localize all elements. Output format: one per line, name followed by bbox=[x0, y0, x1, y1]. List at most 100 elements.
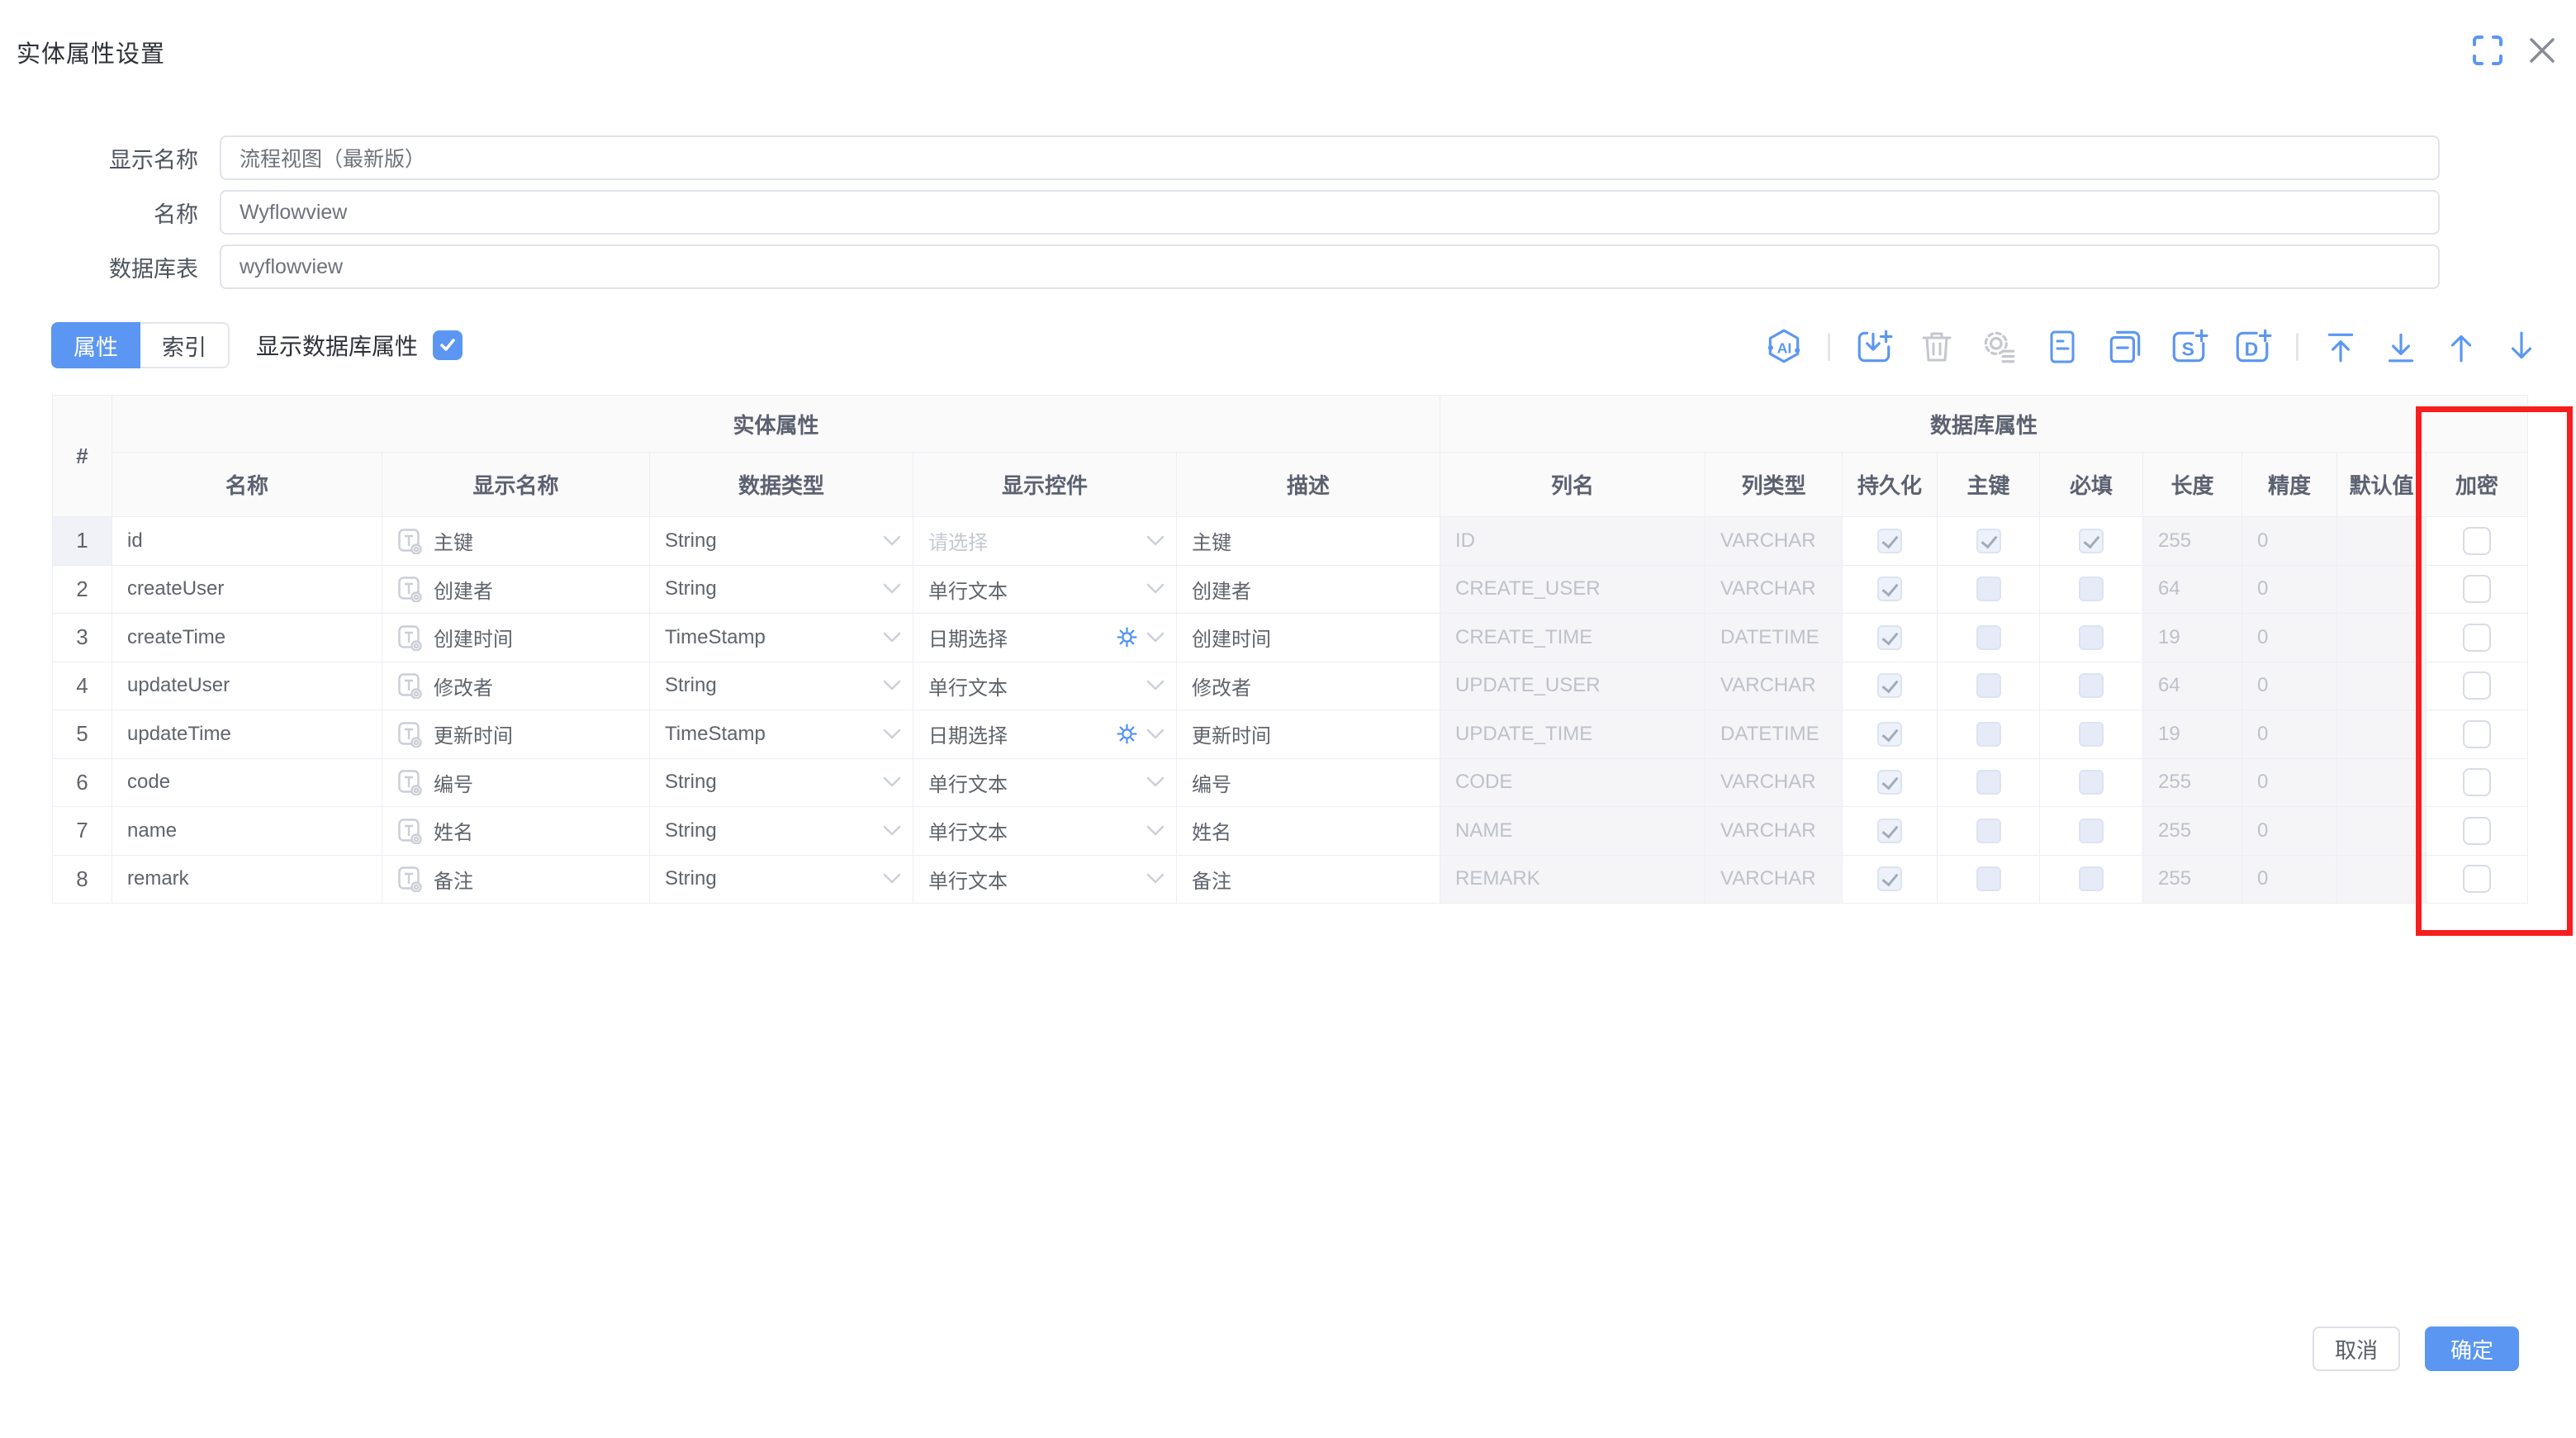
column-type-cell: VARCHAR bbox=[1705, 855, 1843, 904]
tab-properties[interactable]: 属性 bbox=[51, 322, 140, 368]
dialog-title: 实体属性设置 bbox=[17, 35, 165, 69]
encrypt-checkbox[interactable] bbox=[2463, 672, 2491, 700]
description-cell[interactable]: 创建者 bbox=[1177, 565, 1440, 614]
add-string-field-icon[interactable]: S bbox=[2169, 327, 2208, 367]
length-cell: 64 bbox=[2143, 565, 2242, 614]
display-name-cell[interactable]: 更新时间 bbox=[382, 710, 650, 759]
description-cell[interactable]: 备注 bbox=[1177, 855, 1440, 904]
control-select[interactable]: 单行文本 bbox=[913, 758, 1177, 807]
data-type-select[interactable]: String bbox=[650, 758, 913, 807]
name-input[interactable] bbox=[220, 190, 2440, 235]
description-cell[interactable]: 编号 bbox=[1177, 758, 1440, 807]
display-name-cell[interactable]: 编号 bbox=[382, 758, 650, 807]
column-type-cell: DATETIME bbox=[1705, 614, 1843, 662]
encrypt-checkbox[interactable] bbox=[2463, 768, 2491, 796]
check-icon bbox=[438, 335, 458, 355]
name-cell[interactable]: createTime bbox=[112, 614, 382, 662]
chevron-down-icon bbox=[1146, 632, 1165, 643]
display-name-cell[interactable]: 主键 bbox=[382, 517, 650, 566]
cancel-button[interactable]: 取消 bbox=[2313, 1326, 2400, 1371]
field-display-icon bbox=[397, 866, 422, 892]
encrypt-checkbox[interactable] bbox=[2463, 527, 2491, 555]
gear-icon[interactable] bbox=[1116, 723, 1138, 745]
name-cell[interactable]: code bbox=[112, 758, 382, 807]
move-up-icon[interactable] bbox=[2443, 329, 2479, 365]
required-checkbox bbox=[2079, 866, 2104, 891]
control-select[interactable]: 日期选择 bbox=[913, 710, 1177, 759]
gear-icon[interactable] bbox=[1116, 626, 1138, 648]
ai-icon[interactable]: AI bbox=[1764, 327, 1804, 367]
encrypt-checkbox[interactable] bbox=[2463, 865, 2491, 893]
display-name-cell[interactable]: 创建者 bbox=[382, 565, 650, 614]
show-db-props-checkbox[interactable] bbox=[433, 330, 463, 360]
copy-icon[interactable] bbox=[2105, 327, 2145, 367]
display-name-cell[interactable]: 创建时间 bbox=[382, 614, 650, 662]
fullscreen-icon[interactable] bbox=[2470, 33, 2505, 68]
ok-button[interactable]: 确定 bbox=[2425, 1326, 2519, 1371]
name-cell[interactable]: updateTime bbox=[112, 710, 382, 759]
move-down-icon[interactable] bbox=[2503, 329, 2540, 365]
control-select[interactable]: 单行文本 bbox=[913, 807, 1177, 856]
control-select[interactable]: 单行文本 bbox=[913, 662, 1177, 710]
encrypt-checkbox[interactable] bbox=[2463, 624, 2491, 652]
description-cell[interactable]: 姓名 bbox=[1177, 807, 1440, 856]
description-cell[interactable]: 创建时间 bbox=[1177, 614, 1440, 662]
persisted-checkbox bbox=[1877, 770, 1902, 795]
length-cell: 255 bbox=[2143, 517, 2242, 566]
display-name-input[interactable] bbox=[220, 135, 2440, 180]
column-header-control: 显示控件 bbox=[913, 453, 1177, 517]
name-cell[interactable]: remark bbox=[112, 855, 382, 904]
name-cell[interactable]: name bbox=[112, 807, 382, 856]
default-value-cell bbox=[2337, 758, 2427, 807]
chevron-down-icon bbox=[883, 632, 901, 643]
document-icon[interactable] bbox=[2043, 328, 2081, 366]
data-type-select[interactable]: String bbox=[650, 662, 913, 710]
description-cell[interactable]: 更新时间 bbox=[1177, 710, 1440, 759]
required-checkbox bbox=[2079, 529, 2104, 553]
name-cell[interactable]: updateUser bbox=[112, 662, 382, 710]
description-cell[interactable]: 修改者 bbox=[1177, 662, 1440, 710]
column-name-cell: NAME bbox=[1440, 807, 1705, 856]
svg-text:S: S bbox=[2182, 338, 2194, 359]
encrypt-checkbox[interactable] bbox=[2463, 720, 2491, 748]
tab-indexes[interactable]: 索引 bbox=[140, 322, 230, 368]
precision-cell: 0 bbox=[2242, 662, 2337, 710]
move-bottom-icon[interactable] bbox=[2383, 329, 2419, 365]
control-select[interactable]: 请选择 bbox=[913, 517, 1177, 566]
encrypt-cell bbox=[2427, 758, 2528, 807]
db-table-input[interactable] bbox=[220, 244, 2440, 289]
data-type-select[interactable]: TimeStamp bbox=[650, 710, 913, 759]
column-name-cell: CODE bbox=[1440, 758, 1705, 807]
table-row: 3createTime创建时间TimeStamp日期选择创建时间CREATE_T… bbox=[53, 614, 2528, 662]
close-icon[interactable] bbox=[2525, 33, 2559, 68]
delete-icon[interactable] bbox=[1918, 328, 1956, 366]
data-type-select[interactable]: String bbox=[650, 517, 913, 566]
column-name-cell: REMARK bbox=[1440, 855, 1705, 904]
encrypt-cell bbox=[2427, 517, 2528, 566]
data-type-select[interactable]: String bbox=[650, 807, 913, 856]
control-select[interactable]: 单行文本 bbox=[913, 565, 1177, 614]
display-name-cell[interactable]: 备注 bbox=[382, 855, 650, 904]
display-name-cell[interactable]: 修改者 bbox=[382, 662, 650, 710]
primary-key-checkbox bbox=[1976, 819, 2001, 843]
name-cell[interactable]: id bbox=[112, 517, 382, 566]
data-type-select[interactable]: String bbox=[650, 565, 913, 614]
control-select[interactable]: 日期选择 bbox=[913, 614, 1177, 662]
name-cell[interactable]: createUser bbox=[112, 565, 382, 614]
add-date-field-icon[interactable]: D bbox=[2232, 327, 2272, 367]
encrypt-checkbox[interactable] bbox=[2463, 817, 2491, 845]
precision-cell: 0 bbox=[2242, 758, 2337, 807]
data-type-select[interactable]: TimeStamp bbox=[650, 614, 913, 662]
chevron-down-icon bbox=[1146, 776, 1165, 788]
row-index: 8 bbox=[53, 855, 112, 904]
settings-batch-icon[interactable] bbox=[1980, 327, 2019, 367]
data-type-select[interactable]: String bbox=[650, 855, 913, 904]
move-top-icon[interactable] bbox=[2322, 329, 2359, 365]
description-cell[interactable]: 主键 bbox=[1177, 517, 1440, 566]
display-name-cell[interactable]: 姓名 bbox=[382, 807, 650, 856]
encrypt-checkbox[interactable] bbox=[2463, 575, 2491, 603]
import-add-icon[interactable] bbox=[1854, 327, 1894, 367]
required-checkbox bbox=[2079, 819, 2104, 843]
row-index: 2 bbox=[53, 565, 112, 614]
control-select[interactable]: 单行文本 bbox=[913, 855, 1177, 904]
